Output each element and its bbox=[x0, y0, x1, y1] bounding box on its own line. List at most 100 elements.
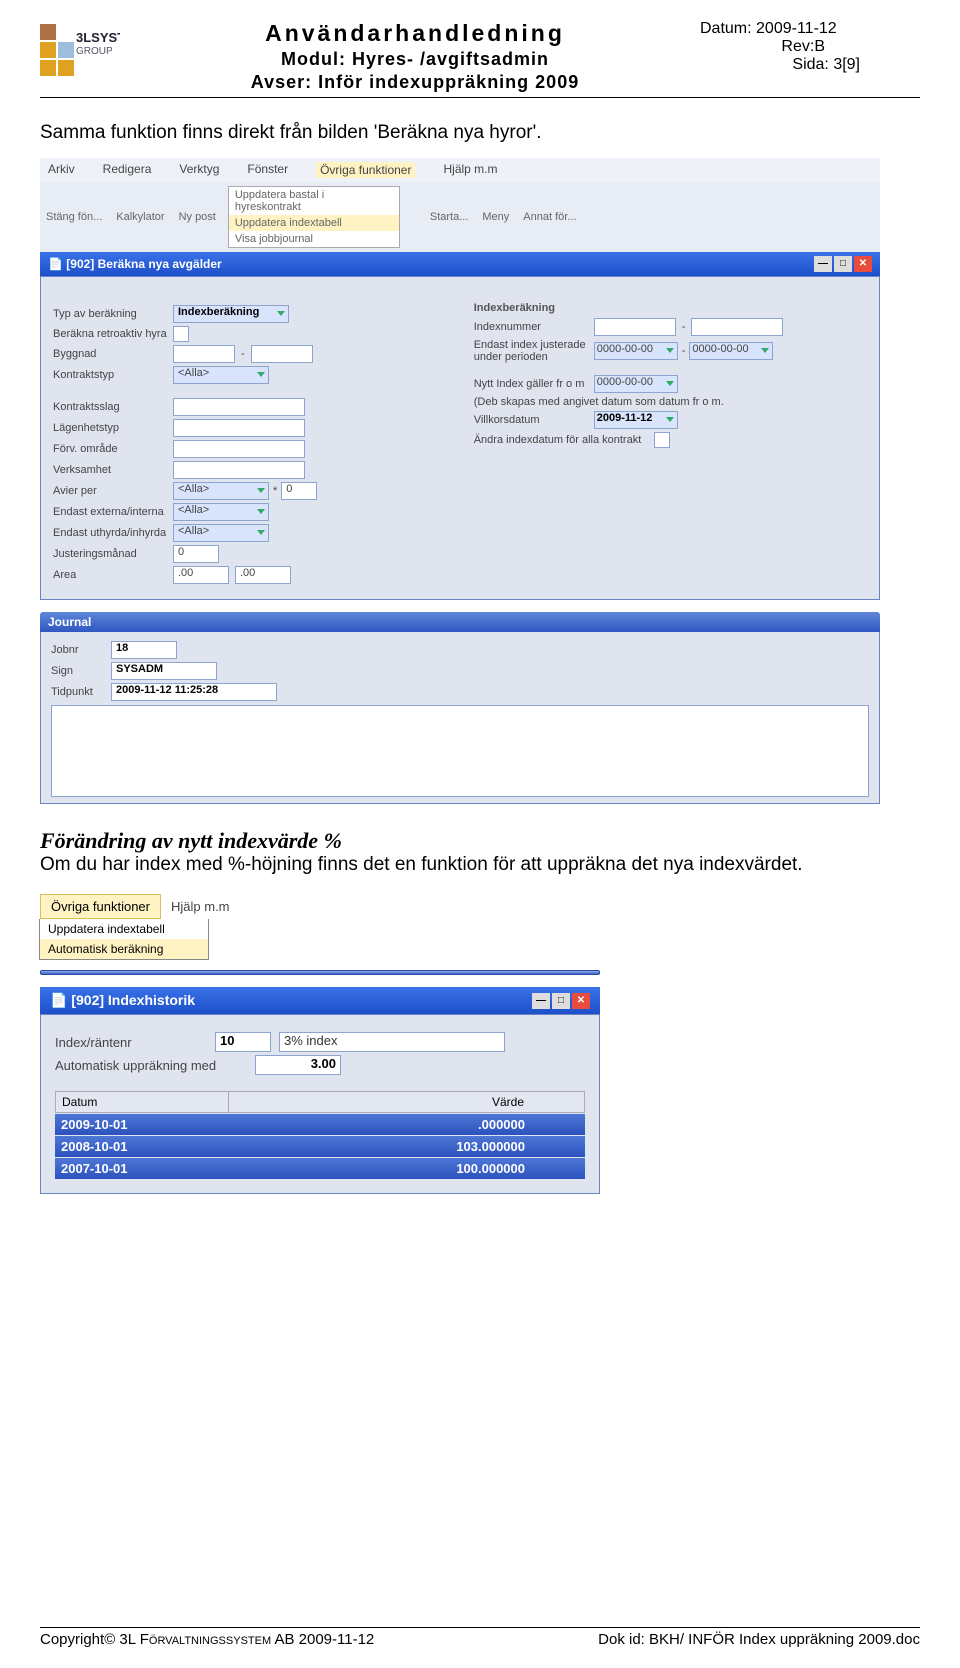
toolbar: Stäng fön... Kalkylator Ny post Uppdater… bbox=[40, 182, 880, 252]
tb-button[interactable]: Annat för... bbox=[523, 211, 576, 223]
tb-button[interactable]: Kalkylator bbox=[116, 211, 164, 223]
minimize-button[interactable]: — bbox=[532, 993, 550, 1009]
select[interactable]: Indexberäkning bbox=[173, 305, 289, 323]
menubar-2: Övriga funktioner Hjälp m.m bbox=[40, 894, 600, 919]
logo: 3LSYSTEM GROUP bbox=[40, 20, 120, 80]
menu-item[interactable]: Arkiv bbox=[48, 162, 75, 178]
select[interactable]: <Alla> bbox=[173, 503, 269, 521]
value: 2009-11-12 11:25:28 bbox=[111, 683, 277, 701]
field-label: Endast index justerade under perioden bbox=[474, 339, 594, 363]
table-row[interactable]: 2008-10-01 103.000000 bbox=[55, 1136, 585, 1157]
form-panel-2: Index/räntenr 10 3% index Automatisk upp… bbox=[40, 1014, 600, 1194]
screenshot-2: Övriga funktioner Hjälp m.m Uppdatera in… bbox=[40, 894, 600, 1194]
window-titlebar-2: 📄 [902] Indexhistorik — □ ✕ bbox=[40, 987, 600, 1014]
field-label: Kontraktsslag bbox=[53, 401, 173, 413]
field-label: Jobnr bbox=[51, 644, 111, 656]
input[interactable] bbox=[173, 419, 305, 437]
tb-button[interactable]: Stäng fön... bbox=[46, 211, 102, 223]
menu-item[interactable]: Fönster bbox=[247, 162, 288, 178]
window-titlebar: 📄 [902] Beräkna nya avgälder — □ ✕ bbox=[40, 252, 880, 276]
input[interactable]: .00 bbox=[173, 566, 229, 584]
table-row[interactable]: 2009-10-01 .000000 bbox=[55, 1114, 585, 1135]
field-label: Ändra indexdatum för alla kontrakt bbox=[474, 434, 654, 446]
field-label: Automatisk uppräkning med bbox=[55, 1058, 255, 1073]
date-select[interactable]: 0000-00-00 bbox=[594, 375, 678, 393]
maximize-button[interactable]: □ bbox=[552, 993, 570, 1009]
window-controls: — □ ✕ bbox=[532, 993, 590, 1009]
minimize-button[interactable]: — bbox=[814, 256, 832, 272]
footer-left: Copyright© 3L Förvaltningssystem AB 2009… bbox=[40, 1631, 374, 1648]
select[interactable]: <Alla> bbox=[173, 366, 269, 384]
field-label: Indexnummer bbox=[474, 321, 594, 333]
menu-item-active[interactable]: Övriga funktioner bbox=[40, 894, 161, 919]
field-label: Area bbox=[53, 569, 173, 581]
menubar: Arkiv Redigera Verktyg Fönster Övriga fu… bbox=[40, 158, 880, 182]
field-label: Justeringsmånad bbox=[53, 548, 173, 560]
journal-header: Journal bbox=[40, 612, 880, 632]
dropdown-item[interactable]: Visa jobbjournal bbox=[229, 231, 399, 247]
input[interactable] bbox=[251, 345, 313, 363]
journal-textarea[interactable] bbox=[51, 705, 869, 797]
tb-button[interactable]: Meny bbox=[482, 211, 509, 223]
tb-button[interactable]: Starta... bbox=[430, 211, 469, 223]
form-area: Typ av beräkningIndexberäkning Beräkna r… bbox=[40, 276, 880, 600]
dropdown-item[interactable]: Uppdatera bastal i hyreskontrakt bbox=[229, 187, 399, 215]
field-label: Villkorsdatum bbox=[474, 414, 594, 426]
field-label: Beräkna retroaktiv hyra bbox=[53, 328, 173, 340]
table-row[interactable]: 2007-10-01 100.000000 bbox=[55, 1158, 585, 1179]
menu-item[interactable]: Hjälp m.m bbox=[443, 162, 497, 178]
menu-item[interactable]: Hjälp m.m bbox=[161, 894, 240, 919]
date-select[interactable]: 0000-00-00 bbox=[689, 342, 773, 360]
date-select[interactable]: 0000-00-00 bbox=[594, 342, 678, 360]
dropdown-item-selected[interactable]: Automatisk beräkning bbox=[40, 939, 208, 959]
field-label: Sign bbox=[51, 665, 111, 677]
field-label: Index/räntenr bbox=[55, 1035, 215, 1050]
input[interactable] bbox=[594, 318, 676, 336]
field-label: Endast uthyrda/inhyrda bbox=[53, 527, 173, 539]
screenshot-1: Arkiv Redigera Verktyg Fönster Övriga fu… bbox=[40, 158, 880, 804]
header-avser: Avser: Inför indexuppräkning 2009 bbox=[130, 72, 700, 93]
menu-item-active[interactable]: Övriga funktioner bbox=[316, 162, 415, 178]
close-button[interactable]: ✕ bbox=[854, 256, 872, 272]
input[interactable] bbox=[691, 318, 783, 336]
input[interactable]: 0 bbox=[281, 482, 317, 500]
input[interactable] bbox=[173, 461, 305, 479]
input[interactable]: 3% index bbox=[279, 1032, 505, 1052]
form-col-left: Typ av beräkningIndexberäkning Beräkna r… bbox=[53, 302, 444, 587]
input[interactable] bbox=[173, 440, 305, 458]
input[interactable] bbox=[173, 345, 235, 363]
intro-paragraph: Samma funktion finns direkt från bilden … bbox=[40, 122, 920, 144]
menu-item[interactable]: Redigera bbox=[103, 162, 152, 178]
tb-button[interactable]: Ny post bbox=[179, 211, 216, 223]
field-label: Lägenhetstyp bbox=[53, 422, 173, 434]
svg-text:GROUP: GROUP bbox=[76, 46, 113, 57]
select[interactable]: <Alla> bbox=[173, 524, 269, 542]
field-label: Verksamhet bbox=[53, 464, 173, 476]
value: SYSADM bbox=[111, 662, 217, 680]
dropdown-item[interactable]: Uppdatera indextabell bbox=[40, 919, 208, 939]
section-heading: Indexberäkning bbox=[474, 302, 865, 314]
menu-item[interactable]: Verktyg bbox=[179, 162, 219, 178]
input[interactable] bbox=[173, 398, 305, 416]
header-right: Datum: 2009-11-12 Rev:B Sida: 3[9] bbox=[700, 20, 920, 74]
date-select[interactable]: 2009-11-12 bbox=[594, 411, 678, 429]
field-label: Förv. område bbox=[53, 443, 173, 455]
window-title: 📄 [902] Indexhistorik bbox=[50, 992, 195, 1009]
input[interactable]: 10 bbox=[215, 1032, 271, 1052]
close-button[interactable]: ✕ bbox=[572, 993, 590, 1009]
spinner[interactable]: 0 bbox=[173, 545, 219, 563]
maximize-button[interactable]: □ bbox=[834, 256, 852, 272]
checkbox[interactable] bbox=[654, 432, 670, 448]
input[interactable]: 3.00 bbox=[255, 1055, 341, 1075]
checkbox[interactable] bbox=[173, 326, 189, 342]
table-header: Datum Värde bbox=[55, 1091, 585, 1113]
value: 18 bbox=[111, 641, 177, 659]
page-header: 3LSYSTEM GROUP Användarhandledning Modul… bbox=[40, 20, 920, 98]
section-text: Om du har index med %-höjning finns det … bbox=[40, 854, 920, 876]
select[interactable]: <Alla> bbox=[173, 482, 269, 500]
field-label: Typ av beräkning bbox=[53, 308, 173, 320]
field-label: Endast externa/interna bbox=[53, 506, 173, 518]
input[interactable]: .00 bbox=[235, 566, 291, 584]
form-col-right: Indexberäkning Indexnummer- Endast index… bbox=[474, 302, 865, 587]
dropdown-item-selected[interactable]: Uppdatera indextabell bbox=[229, 215, 399, 231]
